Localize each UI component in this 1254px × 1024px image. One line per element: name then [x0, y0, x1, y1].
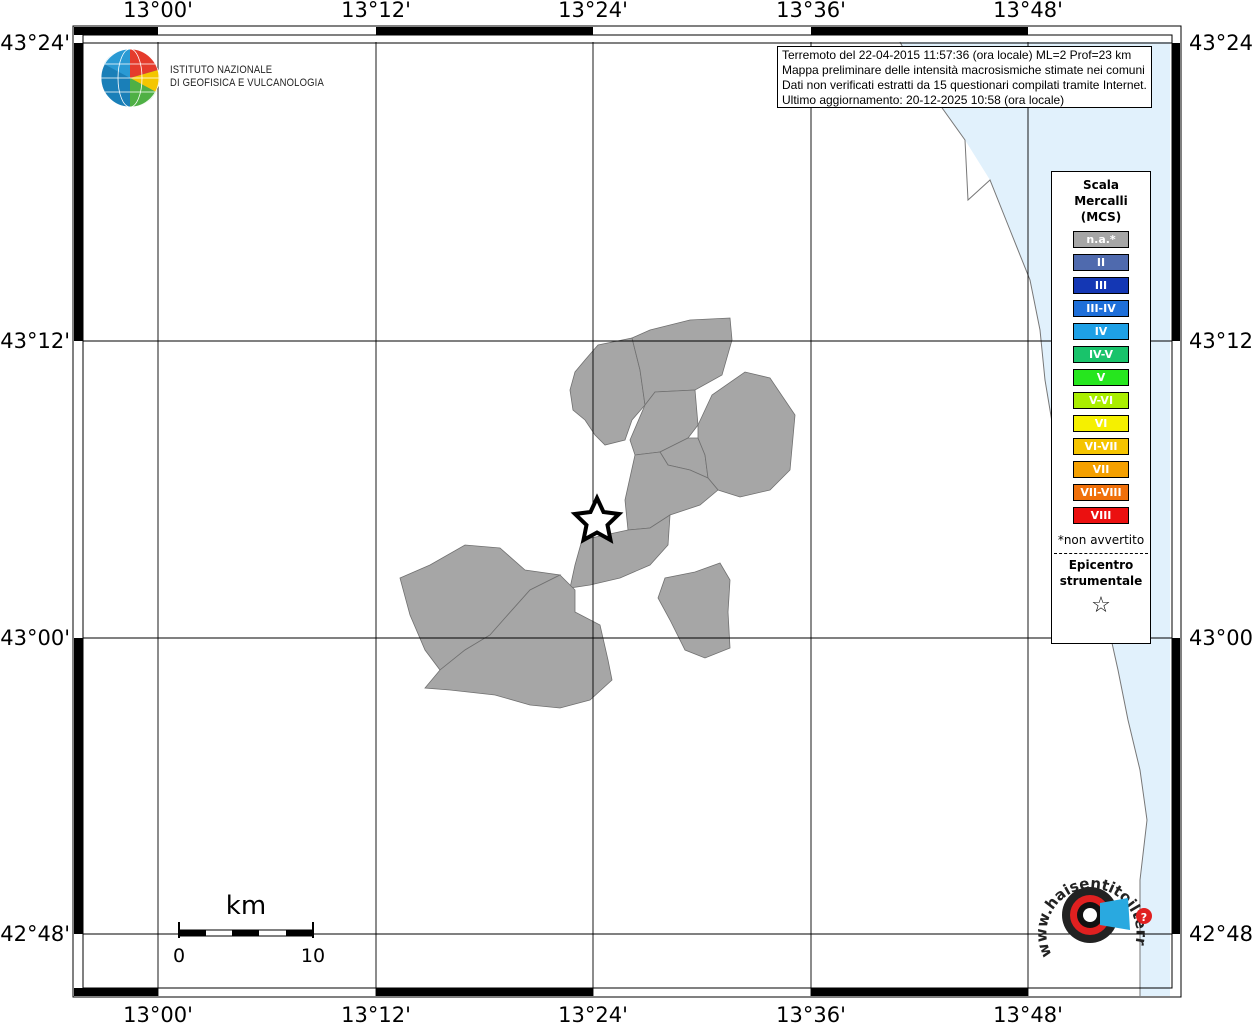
event-line: Terremoto del 22-04-2015 11:57:36 (ora l… — [782, 48, 1132, 62]
institute-line: DI GEOFISICA E VULCANOLOGIA — [170, 77, 324, 89]
legend-swatch: V-VI — [1073, 392, 1129, 409]
legend-divider — [1054, 553, 1148, 554]
legend-note: *non avvertito — [1057, 533, 1145, 547]
legend-title-line: Scala — [1082, 178, 1120, 192]
legend-title: Scala Mercalli (MCS) — [1052, 177, 1150, 225]
lon-label: 13°00' — [123, 0, 193, 22]
last-update-line: Ultimo aggiornamento: 20-12-2025 10:58 (… — [782, 93, 1065, 107]
lon-label: 13°24' — [558, 1003, 628, 1024]
lat-labels-right: 43°24' 43°12' 43°00' 42°48' — [1189, 31, 1254, 946]
legend-epicenter-line: Epicentro — [1068, 558, 1134, 572]
legend-title-line: Mercalli — [1074, 194, 1128, 208]
legend-swatch: VI — [1073, 415, 1129, 432]
municipality — [657, 562, 731, 659]
lon-label: 13°48' — [993, 1003, 1063, 1024]
data-source-line: Dati non verificati estratti da 15 quest… — [782, 78, 1147, 92]
municipality — [697, 371, 796, 498]
legend-swatch: n.a.* — [1073, 231, 1129, 248]
lon-label: 13°00' — [123, 1003, 193, 1024]
lat-labels-left: 43°24' 43°12' 43°00' 42°48' — [0, 31, 70, 946]
legend-swatch: IV-V — [1073, 346, 1129, 363]
legend-swatch: VIII — [1073, 507, 1129, 524]
legend-title-line: (MCS) — [1080, 210, 1122, 224]
svg-text:?: ? — [1141, 911, 1147, 924]
legend-epicenter-line: strumentale — [1059, 574, 1143, 588]
map-description-line: Mappa preliminare delle intensità macros… — [782, 63, 1145, 77]
lat-label: 42°48' — [1189, 922, 1254, 946]
lat-label: 43°12' — [0, 329, 70, 353]
legend-swatch: VII-VIII — [1073, 484, 1129, 501]
intensity-legend: Scala Mercalli (MCS) n.a.* II III III-IV IV I… — [1051, 171, 1151, 644]
legend-swatch: III — [1073, 277, 1129, 294]
lon-label: 13°12' — [341, 0, 411, 22]
lon-label: 13°48' — [993, 0, 1063, 22]
lat-label: 43°12' — [1189, 329, 1254, 353]
scale-bar: km 0 10 — [173, 891, 325, 967]
lat-label: 43°00' — [0, 626, 70, 650]
star-icon: ☆ — [1091, 593, 1111, 618]
legend-swatch: VII — [1073, 461, 1129, 478]
scale-min: 0 — [173, 945, 185, 967]
lon-label: 13°36' — [776, 1003, 846, 1024]
institute-name: ISTITUTO NAZIONALE DI GEOFISICA E VULCAN… — [170, 64, 324, 90]
lon-labels-top: 13°00' 13°12' 13°24' 13°36' 13°48' — [123, 0, 1063, 22]
lon-label: 13°24' — [558, 0, 628, 22]
scale-max: 10 — [301, 945, 325, 967]
legend-swatch: II — [1073, 254, 1129, 271]
lat-label: 43°24' — [0, 31, 70, 55]
scale-unit: km — [226, 891, 266, 921]
municipality — [569, 337, 646, 446]
lon-labels-bottom: 13°00' 13°12' 13°24' 13°36' 13°48' — [123, 1003, 1063, 1024]
lat-label: 43°24' — [1189, 31, 1254, 55]
institute-line: ISTITUTO NAZIONALE — [170, 64, 273, 76]
ingv-logo-icon — [100, 48, 160, 108]
lat-label: 43°00' — [1189, 626, 1254, 650]
legend-swatch: III-IV — [1073, 300, 1129, 317]
lon-label: 13°12' — [341, 1003, 411, 1024]
legend-swatches: n.a.* II III III-IV IV IV-V V V-VI VI VI-VII VII VI… — [1052, 231, 1150, 524]
legend-swatch: IV — [1073, 323, 1129, 340]
event-info-box: Terremoto del 22-04-2015 11:57:36 (ora l… — [777, 46, 1152, 108]
legend-swatch: V — [1073, 369, 1129, 386]
lat-label: 42°48' — [0, 922, 70, 946]
lon-label: 13°36' — [776, 0, 846, 22]
legend-epicenter-label: Epicentro strumentale — [1052, 557, 1150, 589]
legend-swatch: VI-VII — [1073, 438, 1129, 455]
